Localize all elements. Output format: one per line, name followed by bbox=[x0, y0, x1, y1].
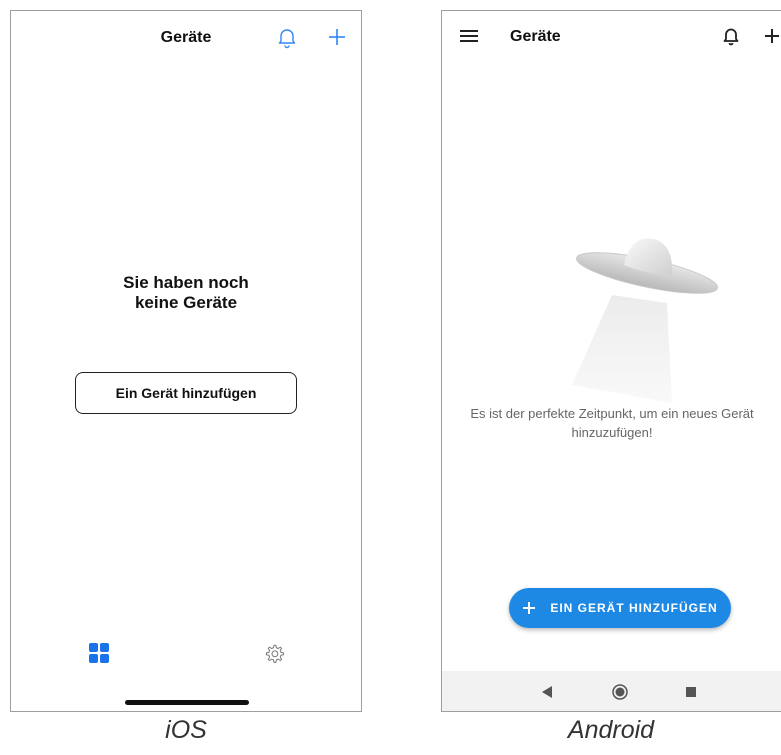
back-triangle-icon[interactable] bbox=[542, 686, 552, 698]
empty-state-line-1: Es ist der perfekte Zeitpunkt, um ein ne… bbox=[470, 406, 754, 421]
recents-square-icon[interactable] bbox=[686, 687, 696, 697]
comparison-figure: Geräte Sie haben noch keine Geräte Ein G… bbox=[0, 0, 781, 755]
ios-screen: Geräte Sie haben noch keine Geräte Ein G… bbox=[10, 10, 362, 712]
plus-icon bbox=[523, 602, 536, 614]
home-indicator bbox=[125, 700, 249, 705]
empty-state-line-2: hinzuzufügen! bbox=[571, 425, 653, 440]
caption-android: Android bbox=[567, 716, 655, 744]
add-device-fab[interactable]: EIN GERÄT HINZUFÜGEN bbox=[509, 588, 731, 628]
empty-state-line-1: Sie haben noch bbox=[123, 273, 249, 292]
bell-icon[interactable] bbox=[722, 26, 740, 46]
android-screen: Geräte Es ist der perfekte Zeitpunkt, um… bbox=[441, 10, 781, 712]
empty-state-message: Es ist der perfekte Zeitpunkt, um ein ne… bbox=[442, 404, 781, 442]
empty-state-line-2: keine Geräte bbox=[134, 293, 238, 312]
plus-icon[interactable] bbox=[762, 26, 781, 46]
page-title: Geräte bbox=[510, 28, 561, 45]
home-circle-icon[interactable] bbox=[612, 684, 628, 700]
system-navigation-bar bbox=[442, 671, 781, 711]
gear-icon[interactable] bbox=[263, 643, 285, 665]
add-device-fab-label: EIN GERÄT HINZUFÜGEN bbox=[550, 601, 718, 615]
caption-ios: iOS bbox=[165, 716, 207, 744]
page-title: Geräte bbox=[160, 29, 212, 46]
ufo-illustration bbox=[572, 238, 718, 403]
hamburger-menu-icon[interactable] bbox=[460, 29, 478, 43]
bell-icon[interactable] bbox=[275, 25, 299, 49]
plus-icon[interactable] bbox=[325, 25, 349, 49]
empty-state-message: Sie haben noch keine Geräte bbox=[11, 273, 361, 313]
add-device-button[interactable]: Ein Gerät hinzufügen bbox=[75, 372, 297, 414]
grid-icon[interactable] bbox=[89, 643, 109, 663]
